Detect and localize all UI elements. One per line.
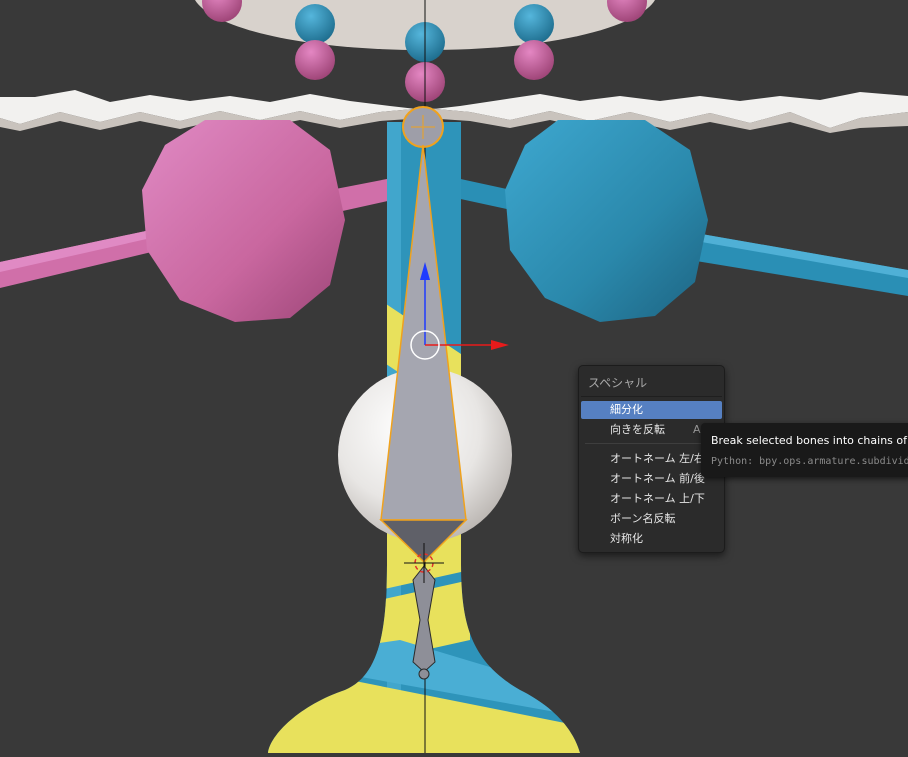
- menu-title: スペシャル: [588, 376, 648, 390]
- menu-item-label: オートネーム 上/下: [610, 492, 705, 505]
- tooltip-python: Python: bpy.ops.armature.subdivide(): [711, 456, 908, 467]
- menu-item-label: ボーン名反転: [610, 512, 676, 525]
- 3d-viewport[interactable]: [0, 0, 908, 753]
- arrow-right-icon[interactable]: [491, 340, 509, 350]
- bead: [295, 40, 335, 80]
- bead: [295, 4, 335, 44]
- menu-item-symmetrize[interactable]: 対称化: [581, 530, 722, 548]
- menu-item-label: オートネーム 左/右: [610, 452, 705, 465]
- tooltip-description: Break selected bones into chains of smal…: [711, 434, 908, 447]
- menu-separator: [585, 443, 718, 444]
- menu-item-label: 細分化: [610, 403, 643, 416]
- bead: [514, 4, 554, 44]
- menu-divider: [581, 396, 722, 397]
- menu-item-subdivide[interactable]: 細分化: [581, 401, 722, 419]
- pink-sphere: [142, 120, 345, 322]
- menu-item-label: 向きを反転: [610, 423, 665, 436]
- blue-sphere: [505, 120, 708, 322]
- child-bone-tip: [418, 668, 430, 680]
- menu-item-flip-names[interactable]: ボーン名反転: [581, 510, 722, 528]
- viewport-scene: [0, 0, 908, 753]
- tooltip: Break selected bones into chains of smal…: [701, 423, 908, 477]
- bead: [514, 40, 554, 80]
- menu-item-label: 対称化: [610, 532, 643, 545]
- menu-item-label: オートネーム 前/後: [610, 472, 705, 485]
- menu-item-autoname-top-bottom[interactable]: オートネーム 上/下: [581, 490, 722, 508]
